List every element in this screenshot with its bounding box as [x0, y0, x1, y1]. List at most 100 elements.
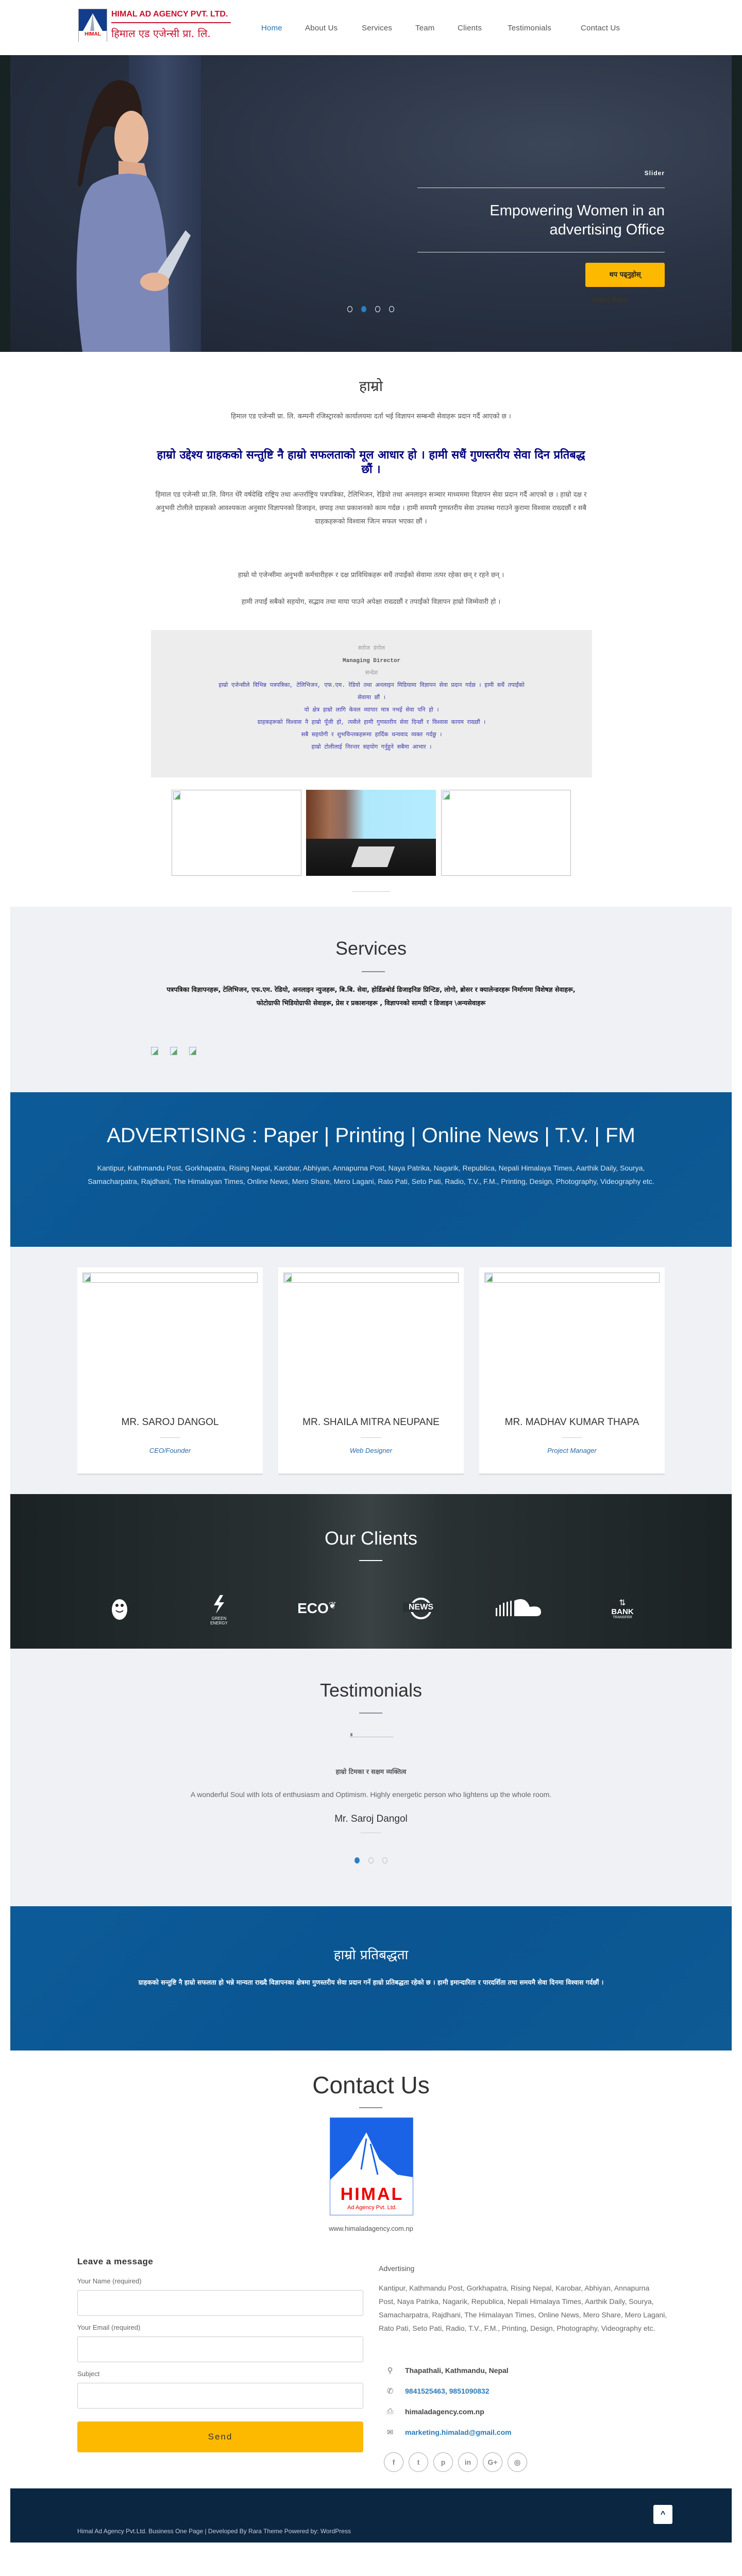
google-plus-icon[interactable]: G+ [483, 2452, 502, 2472]
heading-line: advertising Office [549, 222, 665, 238]
scroll-to-top-button[interactable]: ^ [653, 2505, 672, 2524]
client-logo-news[interactable]: NEWS [403, 1598, 439, 1619]
nav-contact-us[interactable]: Contact Us [581, 24, 620, 32]
message-line: ग्राहकहरूको विश्वास नै हाम्रो पूँजी हो, … [257, 720, 486, 726]
message-line: हाम्रो एजेन्सीले विभिन्न पत्रपत्रिका, टे… [218, 683, 525, 689]
nav-team[interactable]: Team [415, 24, 434, 32]
team-name: MR. MADHAV KUMAR THAPA [504, 1417, 639, 1428]
services-section: Services पत्रपत्रिका विज्ञापनहरू, टेलिभि… [10, 907, 732, 1092]
nav-home[interactable]: Home [261, 24, 282, 32]
site-logo[interactable]: HIMAL HIMAL AD AGENCY PVT. LTD. हिमाल एड… [78, 9, 233, 43]
email-input[interactable] [77, 2336, 363, 2362]
service-image-icon [170, 1047, 177, 1055]
client-logo-text: NEWS [403, 1603, 439, 1612]
team-role: CEO/Founder [149, 1447, 191, 1454]
location-pin-icon: ⚲ [387, 2366, 393, 2375]
pinterest-icon[interactable]: p [433, 2452, 453, 2472]
director-label: सन्देश [365, 670, 378, 676]
clients-section: Our Clients [10, 1494, 732, 1649]
gallery-image-office[interactable] [306, 790, 436, 876]
message-line: सबै सहयोगी र शुभचिन्तकहरूमा हार्दिक धन्य… [301, 732, 442, 738]
nav-about-us[interactable]: About Us [305, 24, 338, 32]
services-title: Services [335, 938, 407, 959]
service-image-icon [189, 1047, 196, 1055]
broken-image-icon [83, 1274, 91, 1282]
slider-label: Slider [644, 170, 665, 177]
broken-image-icon [284, 1274, 292, 1282]
phone-link[interactable]: 9841525463, 9851090832 [405, 2387, 490, 2395]
director-title: Managing Director [342, 658, 401, 664]
broken-image-icon [350, 1733, 352, 1736]
subject-input[interactable] [77, 2383, 363, 2409]
about-highlight: हाम्रो उद्देश्य ग्राहकको सन्तुष्टि नै हा… [157, 449, 585, 476]
services-text: पत्रपत्रिका विज्ञापनहरू, टेलिभिजन, एफ.एम… [166, 986, 576, 1007]
broken-image-icon [485, 1274, 493, 1282]
penguin-icon [112, 1599, 127, 1620]
title-underline [359, 1560, 382, 1561]
message-line: हाम्रो टोलीलाई निरन्तर सहयोग गर्नुहुने स… [311, 744, 432, 751]
client-logo-bank-transfer[interactable]: ⇅ BANK TRANSFER [608, 1598, 637, 1619]
site-footer: Himal Ad Agency Pvt.Ltd. Business One Pa… [10, 2488, 732, 2543]
fax-text: himaladagency.com.np [405, 2408, 484, 2416]
about-intro: हिमाल एड एजेन्सी प्रा. लि. कम्पनी रजिस्ट… [231, 413, 511, 420]
team-name: MR. SAROJ DANGOL [121, 1417, 219, 1428]
nav-services[interactable]: Services [362, 24, 392, 32]
broken-image-icon [443, 791, 450, 800]
mountain-graphic [330, 2132, 413, 2185]
nav-clients[interactable]: Clients [458, 24, 482, 32]
read-more-button[interactable]: थप पढ्नुहोस् [585, 263, 665, 287]
gallery-image[interactable] [172, 790, 301, 876]
team-card[interactable]: MR. SAROJ DANGOL CEO/Founder [77, 1267, 263, 1473]
email-label: Your Email (required) [77, 2324, 141, 2331]
slider-dot[interactable] [375, 306, 380, 312]
slider-dot[interactable] [347, 306, 352, 312]
gallery-image[interactable] [441, 790, 571, 876]
section-divider [352, 891, 390, 892]
client-logo-green-energy[interactable]: GREEN ENERGY [204, 1595, 234, 1625]
send-button[interactable]: Send [77, 2421, 363, 2452]
team-photo [484, 1273, 660, 1283]
testimonial-quote: A wonderful Soul with lots of enthusiasm… [190, 1790, 552, 1799]
hero-slider: Slider Empowering Women in an advertisin… [0, 55, 742, 352]
slider-dot[interactable] [389, 306, 394, 312]
bank-icon: ⇅ [619, 1599, 626, 1607]
phone-icon: ✆ [386, 2387, 394, 2396]
testimonial-author: Mr. Saroj Dangol [334, 1814, 408, 1824]
nav-testimonials[interactable]: Testimonials [508, 24, 551, 32]
logo-mark: HIMAL [78, 9, 107, 42]
client-logo-text: ECO [297, 1600, 329, 1616]
team-card[interactable]: MR. MADHAV KUMAR THAPA Project Manager [479, 1267, 665, 1473]
testimonial-dot-active[interactable] [355, 1857, 360, 1863]
subject-label: Subject [77, 2370, 100, 2378]
broken-image-icon [173, 791, 180, 800]
printer-icon: ⎙ [386, 2407, 393, 2416]
client-logo-penguin[interactable] [106, 1595, 133, 1623]
slider-heading: Empowering Women in an advertising Offic… [490, 201, 665, 240]
team-card[interactable]: MR. SHAILA MITRA NEUPANE Web Designer [278, 1267, 464, 1473]
linkedin-icon[interactable]: in [458, 2452, 478, 2472]
info-text: Kantipur, Kathmandu Post, Gorkhapatra, R… [379, 2284, 667, 2332]
team-photo [82, 1273, 258, 1283]
logo-rule [111, 22, 231, 23]
facebook-icon[interactable]: f [384, 2452, 403, 2472]
slider-dot-active[interactable] [361, 306, 366, 312]
logo-text-en: HIMAL AD AGENCY PVT. LTD. [111, 10, 228, 19]
commitment-text: ग्राहकको सन्तुष्टि नै हाम्रो सफलता हो भन… [138, 1978, 604, 1986]
service-image-icon [151, 1047, 158, 1055]
name-underline [361, 1437, 381, 1438]
team-role: Project Manager [547, 1447, 597, 1454]
form-heading: Leave a message [77, 2257, 154, 2266]
name-input[interactable] [77, 2290, 363, 2316]
message-line: सेवामा छौं । [358, 695, 385, 701]
instagram-icon[interactable]: ◎ [508, 2452, 527, 2472]
name-underline [562, 1437, 582, 1438]
team-role: Web Designer [349, 1447, 393, 1454]
client-logo-eco[interactable]: ECO❦ [296, 1600, 338, 1617]
client-logo-soundcloud[interactable] [495, 1598, 549, 1623]
website-link[interactable]: www.himaladagency.com.np [0, 2225, 742, 2232]
testimonial-dot[interactable] [368, 1857, 374, 1863]
twitter-icon[interactable]: t [409, 2452, 428, 2472]
testimonial-dot[interactable] [382, 1857, 387, 1863]
email-link[interactable]: marketing.himalad@gmail.com [405, 2428, 512, 2436]
team-name: MR. SHAILA MITRA NEUPANE [302, 1417, 440, 1428]
